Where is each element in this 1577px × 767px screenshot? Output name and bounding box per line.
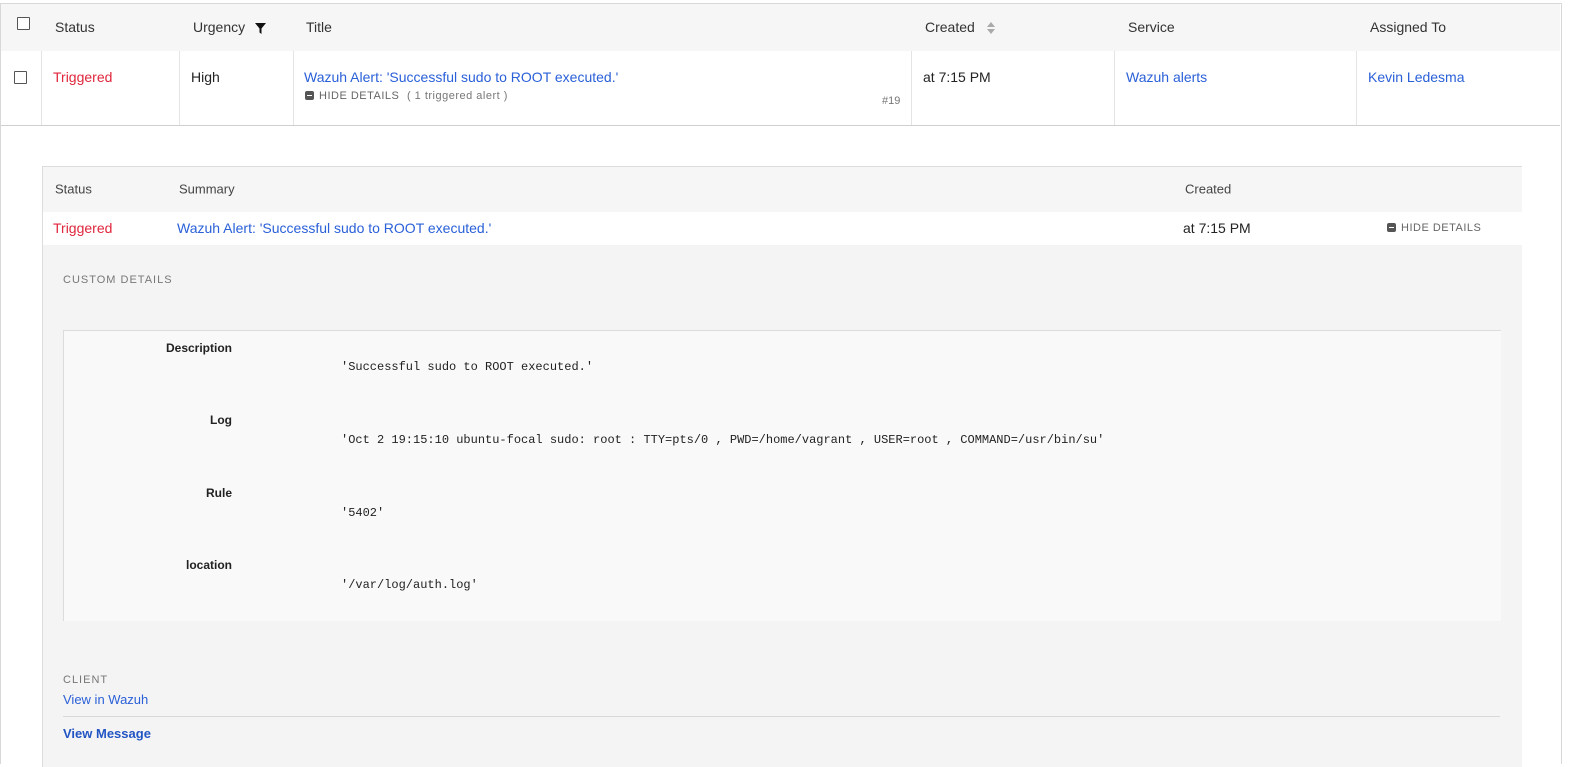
detail-key-rule: Rule <box>205 486 232 500</box>
custom-details-box: Description 'Successful sudo to ROOT exe… <box>63 330 1501 621</box>
incidents-table-header: Status Urgency Title Created Service Ass… <box>1 4 1560 51</box>
alerts-panel: Status Summary Created Triggered Wazuh A… <box>42 166 1522 767</box>
incident-title-link[interactable]: Wazuh Alert: 'Successful sudo to ROOT ex… <box>304 69 618 85</box>
column-divider <box>293 51 294 125</box>
incident-row: Triggered High Wazuh Alert: 'Successful … <box>1 51 1560 126</box>
header-created[interactable]: Created <box>925 19 995 35</box>
header-assigned-to: Assigned To <box>1370 19 1447 35</box>
hide-details-label: HIDE DETAILS <box>319 90 400 102</box>
header-title: Title <box>306 19 332 35</box>
alert-hide-details-toggle[interactable]: HIDE DETAILS <box>1387 222 1481 234</box>
view-in-wazuh-link[interactable]: View in Wazuh <box>63 692 148 707</box>
detail-value-description: 'Successful sudo to ROOT executed.' <box>341 360 594 374</box>
incident-row-checkbox[interactable] <box>14 71 27 84</box>
custom-details-heading: CUSTOM DETAILS <box>63 274 173 286</box>
detail-value-rule: '5402' <box>341 506 385 520</box>
header-urgency-label: Urgency <box>193 19 246 35</box>
incident-service-link[interactable]: Wazuh alerts <box>1126 69 1207 85</box>
filter-icon[interactable] <box>255 22 267 34</box>
detail-key-description: Description <box>165 341 232 355</box>
detail-key-location: location <box>185 558 232 572</box>
alert-status: Triggered <box>53 220 113 236</box>
detail-value-location: '/var/log/auth.log' <box>341 578 478 592</box>
column-divider <box>179 51 180 125</box>
incident-hide-details-toggle[interactable]: HIDE DETAILS ( 1 triggered alert ) <box>305 90 508 102</box>
header-service: Service <box>1128 19 1175 35</box>
view-message-link[interactable]: View Message <box>63 726 151 741</box>
minus-icon <box>1387 223 1396 232</box>
incident-urgency: High <box>191 69 220 85</box>
client-divider <box>63 716 1500 717</box>
column-divider <box>1114 51 1115 125</box>
alert-summary-link[interactable]: Wazuh Alert: 'Successful sudo to ROOT ex… <box>177 220 491 236</box>
incident-created: at 7:15 PM <box>923 69 991 85</box>
column-divider <box>41 51 42 125</box>
header-status[interactable]: Status <box>55 19 95 35</box>
client-heading: CLIENT <box>63 674 109 686</box>
alerts-header-created: Created <box>1185 181 1232 197</box>
header-created-label: Created <box>925 19 975 35</box>
select-all-checkbox[interactable] <box>17 17 30 30</box>
detail-key-log: Log <box>210 413 232 427</box>
incident-status: Triggered <box>53 69 113 85</box>
column-divider <box>911 51 912 125</box>
alerts-header-status: Status <box>55 181 92 197</box>
alerts-header-summary: Summary <box>179 181 235 197</box>
incident-number: #19 <box>882 95 901 107</box>
detail-value-log: 'Oct 2 19:15:10 ubuntu-focal sudo: root … <box>341 433 1105 447</box>
column-divider <box>1356 51 1357 125</box>
alert-row: Triggered Wazuh Alert: 'Successful sudo … <box>43 212 1522 245</box>
sort-icon[interactable] <box>986 22 995 35</box>
minus-icon <box>305 91 314 100</box>
header-urgency[interactable]: Urgency <box>193 19 267 35</box>
alert-created: at 7:15 PM <box>1183 220 1251 236</box>
alerts-table-header: Status Summary Created <box>43 167 1522 212</box>
triggered-alert-count: ( 1 triggered alert ) <box>406 90 508 102</box>
hide-details-label: HIDE DETAILS <box>1401 222 1482 234</box>
incident-assignee-link[interactable]: Kevin Ledesma <box>1368 69 1465 85</box>
